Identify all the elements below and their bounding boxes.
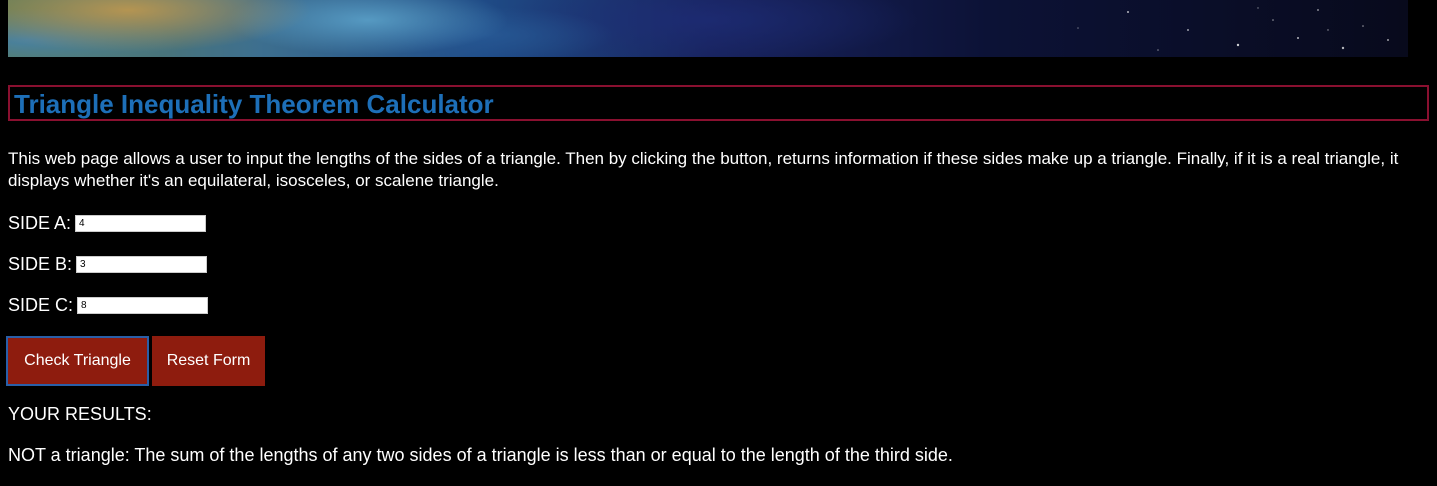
side-c-row: SIDE C: bbox=[8, 293, 209, 317]
results-heading: YOUR RESULTS: bbox=[8, 404, 152, 424]
check-triangle-button[interactable]: Check Triangle bbox=[6, 336, 149, 386]
header-banner-image bbox=[8, 0, 1408, 57]
side-a-input[interactable] bbox=[75, 214, 207, 232]
banner-stars bbox=[1077, 7, 1389, 51]
side-a-row: SIDE A: bbox=[8, 211, 207, 235]
side-b-row: SIDE B: bbox=[8, 252, 208, 276]
title-box: Triangle Inequality Theorem Calculator bbox=[8, 85, 1429, 121]
side-c-label: SIDE C: bbox=[8, 294, 74, 315]
page-title: Triangle Inequality Theorem Calculator bbox=[14, 89, 494, 119]
side-b-label: SIDE B: bbox=[8, 253, 73, 274]
side-a-label: SIDE A: bbox=[8, 212, 72, 233]
side-b-input[interactable] bbox=[76, 255, 208, 273]
page: Triangle Inequality Theorem Calculator T… bbox=[0, 0, 1437, 486]
page-description: This web page allows a user to input the… bbox=[8, 149, 1399, 190]
side-c-input[interactable] bbox=[77, 296, 209, 314]
results-message: NOT a triangle: The sum of the lengths o… bbox=[8, 445, 953, 465]
reset-form-button[interactable]: Reset Form bbox=[152, 336, 265, 386]
